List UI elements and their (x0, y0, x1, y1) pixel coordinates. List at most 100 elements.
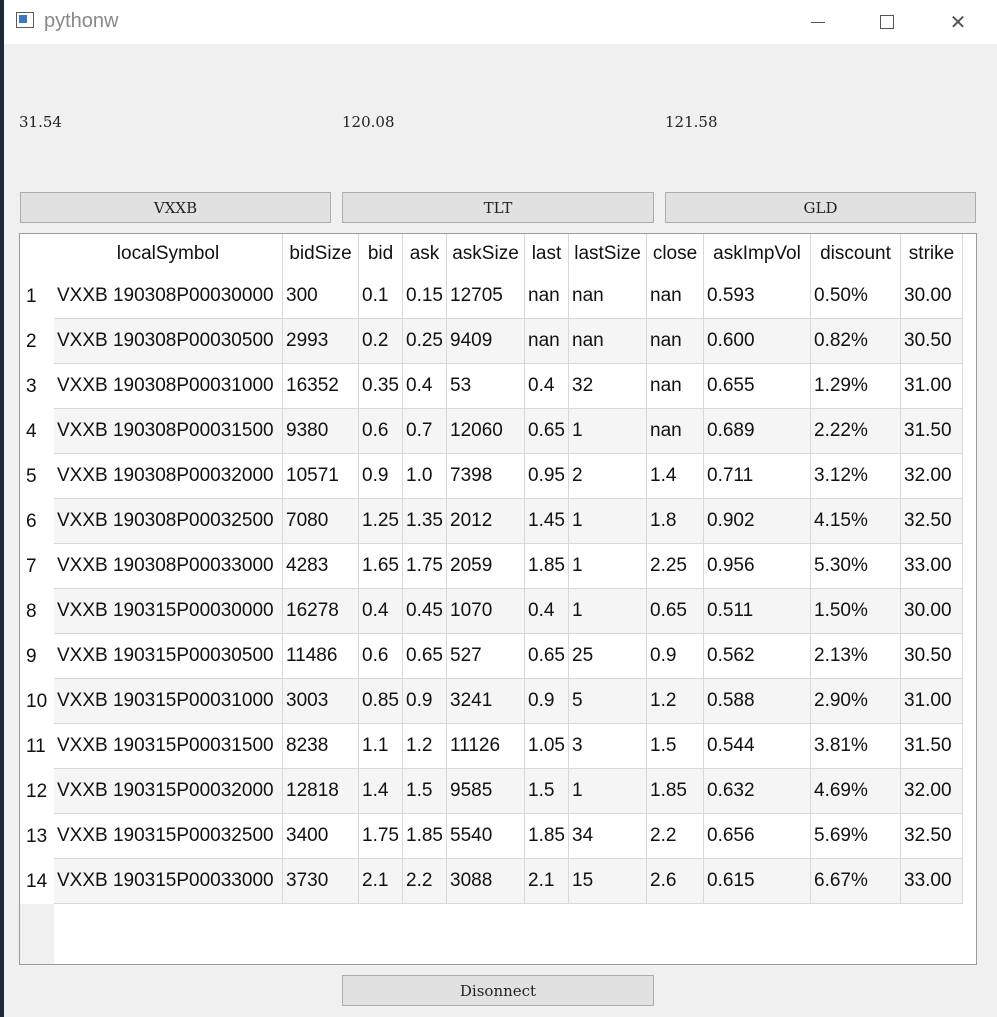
table-cell-askimpvol[interactable]: 0.632 (704, 769, 811, 814)
column-header-ask[interactable]: ask (403, 234, 447, 274)
table-cell-lastsize[interactable]: nan (569, 319, 647, 364)
table-cell-close[interactable]: 2.25 (647, 544, 704, 589)
column-header-close[interactable]: close (647, 234, 704, 274)
column-header-localsymbol[interactable]: localSymbol (54, 234, 283, 274)
table-cell-last[interactable]: nan (525, 274, 569, 319)
table-cell-localsymbol[interactable]: VXXB 190315P00031000 (54, 679, 283, 724)
table-cell-localsymbol[interactable]: VXXB 190308P00032000 (54, 454, 283, 499)
table-cell-lastsize[interactable]: 1 (569, 589, 647, 634)
table-cell-bidsize[interactable]: 7080 (283, 499, 359, 544)
table-cell-asksize[interactable]: 7398 (447, 454, 525, 499)
table-cell-strike[interactable]: 30.00 (901, 274, 963, 319)
table-cell-close[interactable]: 1.2 (647, 679, 704, 724)
table-row[interactable]: VXXB 190308P00033000 4283 1.65 1.75 2059 1.85… (54, 544, 963, 589)
table-cell-asksize[interactable]: 527 (447, 634, 525, 679)
table-cell-strike[interactable]: 32.50 (901, 499, 963, 544)
table-row[interactable]: VXXB 190315P00031000 3003 0.85 0.9 3241 0.9 5 1… (54, 679, 963, 724)
table-cell-askimpvol[interactable]: 0.593 (704, 274, 811, 319)
row-number[interactable]: 8 (20, 589, 54, 634)
table-cell-discount[interactable]: 5.69% (811, 814, 901, 859)
table-cell-askimpvol[interactable]: 0.689 (704, 409, 811, 454)
table-row[interactable]: VXXB 190315P00030000 16278 0.4 0.45 1070 0.4 1… (54, 589, 963, 634)
options-table[interactable]: 1 2 3 4 5 6 7 8 9 10 11 12 13 14 localSymbol bidSize bi… (19, 233, 977, 965)
table-cell-localsymbol[interactable]: VXXB 190308P00030000 (54, 274, 283, 319)
table-row[interactable]: VXXB 190315P00030500 11486 0.6 0.65 527 0.65 2… (54, 634, 963, 679)
table-cell-askimpvol[interactable]: 0.615 (704, 859, 811, 904)
column-header-strike[interactable]: strike (901, 234, 963, 274)
table-cell-ask[interactable]: 1.85 (403, 814, 447, 859)
table-cell-askimpvol[interactable]: 0.562 (704, 634, 811, 679)
table-row[interactable]: VXXB 190308P00030500 2993 0.2 0.25 9409 nan na… (54, 319, 963, 364)
table-cell-ask[interactable]: 1.0 (403, 454, 447, 499)
gld-button[interactable]: GLD (665, 192, 976, 223)
close-button[interactable]: ✕ (935, 0, 981, 44)
table-cell-lastsize[interactable]: 32 (569, 364, 647, 409)
table-cell-localsymbol[interactable]: VXXB 190315P00033000 (54, 859, 283, 904)
table-cell-close[interactable]: 0.9 (647, 634, 704, 679)
row-number[interactable]: 14 (20, 859, 54, 904)
table-cell-last[interactable]: 0.9 (525, 679, 569, 724)
table-cell-lastsize[interactable]: 2 (569, 454, 647, 499)
table-cell-last[interactable]: 0.65 (525, 634, 569, 679)
table-row[interactable]: VXXB 190308P00031000 16352 0.35 0.4 53 0.4 32 n… (54, 364, 963, 409)
table-cell-bid[interactable]: 2.1 (359, 859, 403, 904)
table-cell-bid[interactable]: 0.35 (359, 364, 403, 409)
table-cell-discount[interactable]: 1.29% (811, 364, 901, 409)
table-cell-askimpvol[interactable]: 0.588 (704, 679, 811, 724)
row-number[interactable]: 4 (20, 409, 54, 454)
column-header-last[interactable]: last (525, 234, 569, 274)
table-cell-localsymbol[interactable]: VXXB 190315P00030000 (54, 589, 283, 634)
table-row[interactable]: VXXB 190315P00033000 3730 2.1 2.2 3088 2.1 15 2… (54, 859, 963, 904)
table-cell-close[interactable]: nan (647, 364, 704, 409)
row-number[interactable]: 3 (20, 364, 54, 409)
table-cell-lastsize[interactable]: 1 (569, 544, 647, 589)
table-cell-bid[interactable]: 0.9 (359, 454, 403, 499)
table-cell-strike[interactable]: 33.00 (901, 859, 963, 904)
table-cell-last[interactable]: 1.85 (525, 814, 569, 859)
table-cell-askimpvol[interactable]: 0.544 (704, 724, 811, 769)
table-cell-close[interactable]: nan (647, 319, 704, 364)
row-number[interactable]: 5 (20, 454, 54, 499)
table-cell-askimpvol[interactable]: 0.600 (704, 319, 811, 364)
table-cell-bidsize[interactable]: 3400 (283, 814, 359, 859)
table-cell-localsymbol[interactable]: VXXB 190308P00032500 (54, 499, 283, 544)
table-cell-bid[interactable]: 1.1 (359, 724, 403, 769)
disconnect-button[interactable]: Disonnect (342, 975, 654, 1006)
table-cell-ask[interactable]: 1.35 (403, 499, 447, 544)
table-cell-strike[interactable]: 31.00 (901, 679, 963, 724)
table-cell-bidsize[interactable]: 3730 (283, 859, 359, 904)
table-cell-discount[interactable]: 5.30% (811, 544, 901, 589)
row-number[interactable]: 11 (20, 724, 54, 769)
table-cell-last[interactable]: nan (525, 319, 569, 364)
table-cell-lastsize[interactable]: 15 (569, 859, 647, 904)
title-bar[interactable]: pythonw ✕ (4, 0, 997, 44)
table-cell-discount[interactable]: 0.50% (811, 274, 901, 319)
column-header-askimpvol[interactable]: askImpVol (704, 234, 811, 274)
table-cell-strike[interactable]: 30.50 (901, 319, 963, 364)
table-cell-discount[interactable]: 4.69% (811, 769, 901, 814)
table-cell-lastsize[interactable]: 34 (569, 814, 647, 859)
table-cell-discount[interactable]: 0.82% (811, 319, 901, 364)
table-cell-bidsize[interactable]: 8238 (283, 724, 359, 769)
table-cell-localsymbol[interactable]: VXXB 190308P00031000 (54, 364, 283, 409)
table-cell-close[interactable]: nan (647, 409, 704, 454)
table-cell-strike[interactable]: 30.50 (901, 634, 963, 679)
table-cell-ask[interactable]: 0.9 (403, 679, 447, 724)
table-cell-bid[interactable]: 0.85 (359, 679, 403, 724)
table-cell-localsymbol[interactable]: VXXB 190315P00032500 (54, 814, 283, 859)
table-cell-discount[interactable]: 3.81% (811, 724, 901, 769)
table-cell-bidsize[interactable]: 16352 (283, 364, 359, 409)
table-cell-bidsize[interactable]: 4283 (283, 544, 359, 589)
table-cell-close[interactable]: 0.65 (647, 589, 704, 634)
tlt-button[interactable]: TLT (342, 192, 654, 223)
table-cell-strike[interactable]: 32.50 (901, 814, 963, 859)
row-number[interactable]: 13 (20, 814, 54, 859)
table-row[interactable]: VXXB 190315P00032500 3400 1.75 1.85 5540 1.85… (54, 814, 963, 859)
table-cell-strike[interactable]: 31.50 (901, 724, 963, 769)
table-cell-localsymbol[interactable]: VXXB 190308P00031500 (54, 409, 283, 454)
table-cell-lastsize[interactable]: 1 (569, 769, 647, 814)
table-cell-asksize[interactable]: 9409 (447, 319, 525, 364)
table-cell-strike[interactable]: 30.00 (901, 589, 963, 634)
table-cell-askimpvol[interactable]: 0.956 (704, 544, 811, 589)
table-cell-bidsize[interactable]: 10571 (283, 454, 359, 499)
